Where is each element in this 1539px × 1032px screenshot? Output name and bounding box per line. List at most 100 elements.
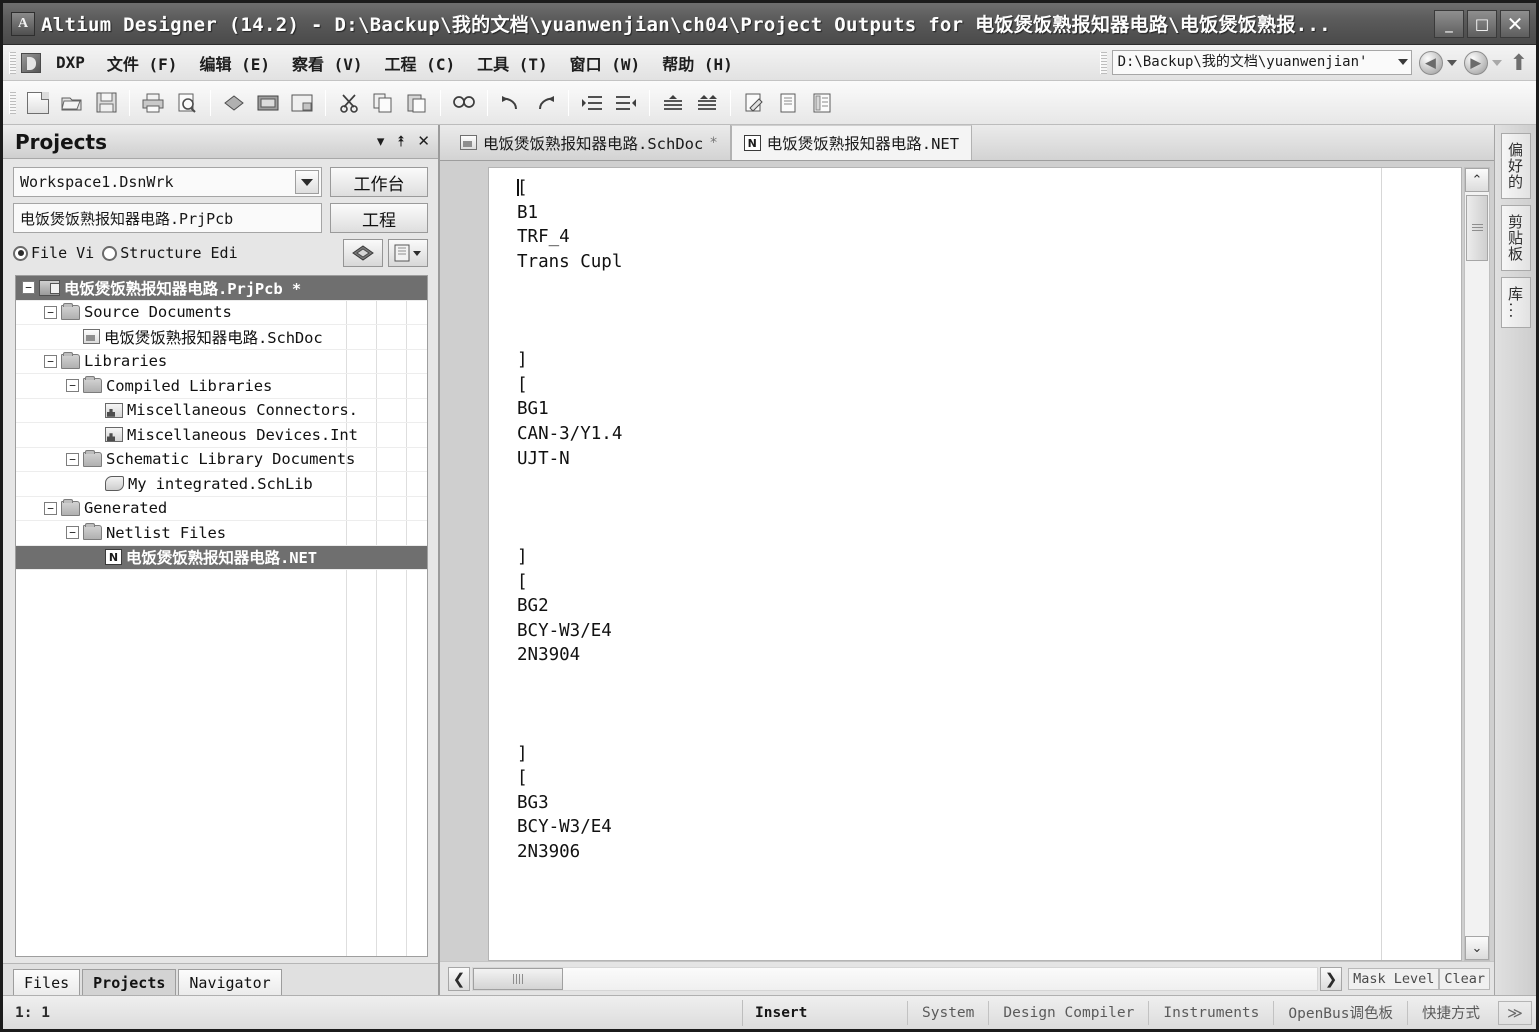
- board-insight-icon[interactable]: [343, 239, 383, 267]
- tree-item[interactable]: − Source Documents: [16, 301, 427, 325]
- horizontal-scroll-thumb[interactable]: [473, 967, 563, 990]
- menu-item-file[interactable]: 文件 (F): [96, 47, 189, 79]
- panel-options-icon[interactable]: [388, 239, 428, 267]
- forward-history-chevron-icon[interactable]: [1491, 59, 1502, 66]
- document-tab-net[interactable]: N 电饭煲饭熟报知器电路.NET: [730, 125, 973, 160]
- radio-structure-editor[interactable]: [102, 245, 118, 261]
- menu-item-edit[interactable]: 编辑 (E): [188, 47, 281, 79]
- paste-icon[interactable]: [402, 87, 432, 119]
- menu-item-project[interactable]: 工程 (C): [374, 47, 467, 79]
- back-history-chevron-icon[interactable]: [1446, 59, 1457, 66]
- pin-icon[interactable]: ⯭: [396, 134, 405, 149]
- find-icon[interactable]: [449, 87, 479, 119]
- tree-item[interactable]: − Generated: [16, 497, 427, 521]
- project-tree[interactable]: − 电饭煲饭熟报知器电路.PrjPcb * − Source Documents 电饭煲…: [15, 275, 428, 957]
- dock-tab-clipboard[interactable]: 剪贴板: [1500, 205, 1531, 271]
- indent-increase-icon[interactable]: [577, 87, 607, 119]
- library-icon: [105, 402, 123, 418]
- maximize-button[interactable]: □: [1467, 9, 1497, 38]
- up-level-icon[interactable]: ⬆: [1510, 51, 1528, 73]
- tab-files[interactable]: Files: [13, 969, 81, 995]
- tree-item[interactable]: − Libraries: [16, 350, 427, 374]
- print-preview-icon[interactable]: [172, 87, 202, 119]
- status-panel-system[interactable]: System: [907, 1000, 988, 1025]
- menu-item-dxp[interactable]: DXP: [45, 49, 96, 76]
- workspace-combo[interactable]: Workspace1.DsnWrk: [13, 167, 322, 197]
- edit-sheet-icon[interactable]: [739, 87, 769, 119]
- minimize-button[interactable]: _: [1434, 9, 1464, 38]
- editor-vertical-scrollbar[interactable]: ⌃ ⌄: [1464, 167, 1490, 961]
- status-panel-instruments[interactable]: Instruments: [1148, 1000, 1273, 1025]
- copy-icon[interactable]: [368, 87, 398, 119]
- radio-file-view[interactable]: [13, 245, 28, 261]
- workspace-button[interactable]: 工作台: [330, 167, 428, 197]
- address-input[interactable]: D:\Backup\我的文档\yuanwenjian': [1111, 50, 1412, 75]
- tree-item[interactable]: Miscellaneous Devices.Int: [16, 423, 427, 448]
- pcb-document-icon[interactable]: [253, 87, 283, 119]
- tree-expander[interactable]: −: [66, 526, 79, 540]
- open-document-icon[interactable]: [57, 87, 87, 119]
- status-panel-design-compiler[interactable]: Design Compiler: [988, 1000, 1148, 1025]
- tree-expander[interactable]: −: [44, 305, 57, 319]
- panel-menu-icon[interactable]: ▾: [377, 134, 385, 149]
- save-document-icon[interactable]: [91, 87, 121, 119]
- tab-projects[interactable]: Projects: [82, 969, 177, 995]
- status-overflow-icon[interactable]: ≫: [1498, 1000, 1532, 1025]
- menu-item-view[interactable]: 察看 (V): [281, 47, 374, 79]
- tree-item[interactable]: − Schematic Library Documents: [16, 448, 427, 472]
- tree-item[interactable]: − Netlist Files: [16, 521, 427, 546]
- tree-item[interactable]: Miscellaneous Connectors.: [16, 399, 427, 423]
- scroll-up-button[interactable]: ⌃: [1465, 168, 1489, 192]
- undo-icon[interactable]: [496, 87, 526, 119]
- toolbar-grip[interactable]: [9, 91, 16, 114]
- dock-tab-libraries[interactable]: 库...: [1500, 277, 1531, 329]
- scroll-right-button[interactable]: ❯: [1320, 966, 1343, 991]
- netlist-document[interactable]: [ B1 TRF_4 Trans Cupl ] [ BG1 CAN-3/Y1.4…: [488, 167, 1462, 961]
- report-list-icon[interactable]: [807, 87, 837, 119]
- close-icon[interactable]: ✕: [417, 134, 430, 149]
- redo-icon[interactable]: [530, 87, 560, 119]
- horizontal-scroll-track[interactable]: [472, 966, 1319, 991]
- mask-clear-button[interactable]: Clear: [1439, 967, 1490, 990]
- tree-expander[interactable]: −: [66, 452, 79, 466]
- align-top-icon[interactable]: [658, 87, 688, 119]
- print-icon[interactable]: [138, 87, 168, 119]
- scroll-down-button[interactable]: ⌄: [1465, 936, 1489, 960]
- cut-icon[interactable]: [334, 87, 364, 119]
- dock-tab-favorites[interactable]: 偏好的: [1500, 133, 1531, 199]
- address-grip[interactable]: [1099, 51, 1107, 74]
- tree-item[interactable]: − 电饭煲饭熟报知器电路.PrjPcb *: [16, 276, 427, 301]
- tree-expander[interactable]: −: [66, 379, 79, 393]
- chevron-down-icon[interactable]: [295, 170, 319, 194]
- document-tab-schdoc[interactable]: 电饭煲饭熟报知器电路.SchDoc *: [448, 125, 731, 160]
- tab-navigator[interactable]: Navigator: [178, 969, 282, 995]
- menu-item-help[interactable]: 帮助 (H): [651, 47, 744, 79]
- close-button[interactable]: ✕: [1500, 9, 1530, 38]
- status-panel-openbus[interactable]: OpenBus调色板: [1273, 1000, 1407, 1025]
- tree-expander[interactable]: −: [22, 281, 35, 295]
- forward-button[interactable]: ▶: [1463, 50, 1488, 75]
- menu-item-window[interactable]: 窗口 (W): [559, 47, 652, 79]
- tree-item[interactable]: My integrated.SchLib: [16, 472, 427, 497]
- status-panel-shortcuts[interactable]: 快捷方式: [1407, 1000, 1494, 1025]
- tree-item[interactable]: − Compiled Libraries: [16, 374, 427, 399]
- new-document-icon[interactable]: [23, 87, 53, 119]
- vertical-scroll-thumb[interactable]: [1466, 195, 1488, 261]
- align-spread-icon[interactable]: [692, 87, 722, 119]
- panel-layout-icon[interactable]: [287, 87, 317, 119]
- menu-item-tools[interactable]: 工具 (T): [466, 47, 559, 79]
- indent-decrease-icon[interactable]: [611, 87, 641, 119]
- mask-level-button[interactable]: Mask Level: [1348, 967, 1440, 990]
- tree-expander[interactable]: −: [44, 354, 57, 368]
- tree-item[interactable]: 电饭煲饭熟报知器电路.SchDoc: [16, 325, 427, 350]
- chevron-down-icon[interactable]: [1397, 59, 1408, 65]
- board-view-icon[interactable]: [219, 87, 249, 119]
- tree-expander[interactable]: −: [44, 501, 57, 515]
- back-button[interactable]: ◀: [1418, 50, 1443, 75]
- project-field[interactable]: 电饭煲饭熟报知器电路.PrjPcb: [13, 203, 322, 233]
- menu-grip[interactable]: [9, 51, 16, 74]
- project-button[interactable]: 工程: [330, 203, 428, 233]
- scroll-left-button[interactable]: ❮: [448, 966, 470, 991]
- document-properties-icon[interactable]: [773, 87, 803, 119]
- tree-item[interactable]: N 电饭煲饭熟报知器电路.NET: [16, 545, 427, 570]
